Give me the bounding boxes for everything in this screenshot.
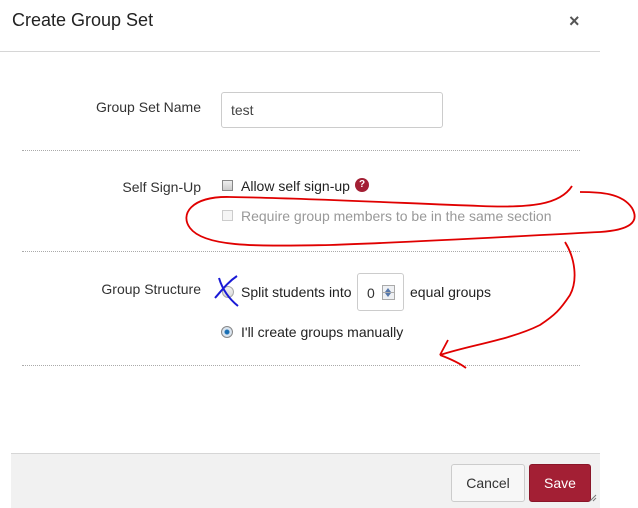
create-group-set-dialog: Create Group Set × Group Set Name Self S… — [0, 0, 600, 508]
resize-handle-icon[interactable] — [589, 494, 597, 502]
save-button[interactable]: Save — [529, 464, 591, 502]
allow-self-signup-checkbox[interactable] — [222, 180, 233, 191]
divider — [22, 251, 580, 252]
allow-self-signup-label[interactable]: Allow self sign-up — [241, 178, 350, 194]
split-students-label[interactable]: Split students into — [241, 284, 352, 300]
equal-groups-label: equal groups — [410, 284, 491, 300]
group-set-name-label: Group Set Name — [95, 99, 201, 115]
group-count-stepper[interactable]: 0 — [357, 273, 404, 311]
group-set-name-input[interactable] — [221, 92, 443, 128]
manual-groups-radio[interactable] — [221, 326, 233, 338]
require-same-section-label: Require group members to be in the same … — [241, 208, 552, 224]
close-icon[interactable]: × — [569, 12, 580, 30]
divider — [22, 365, 580, 366]
self-signup-label: Self Sign-Up — [122, 179, 201, 195]
manual-groups-label[interactable]: I'll create groups manually — [241, 324, 403, 340]
dialog-footer: Cancel Save — [11, 453, 600, 508]
stepper-down-icon[interactable] — [385, 293, 391, 297]
cancel-button[interactable]: Cancel — [451, 464, 525, 502]
dialog-title: Create Group Set — [12, 10, 154, 30]
help-icon[interactable]: ? — [355, 178, 369, 192]
stepper-buttons[interactable] — [382, 285, 395, 300]
divider — [22, 150, 580, 151]
dialog-header: Create Group Set × — [0, 0, 600, 52]
group-count-value[interactable]: 0 — [367, 285, 375, 301]
split-students-radio[interactable] — [222, 286, 234, 298]
require-same-section-checkbox — [222, 210, 233, 221]
group-structure-label: Group Structure — [101, 281, 201, 297]
